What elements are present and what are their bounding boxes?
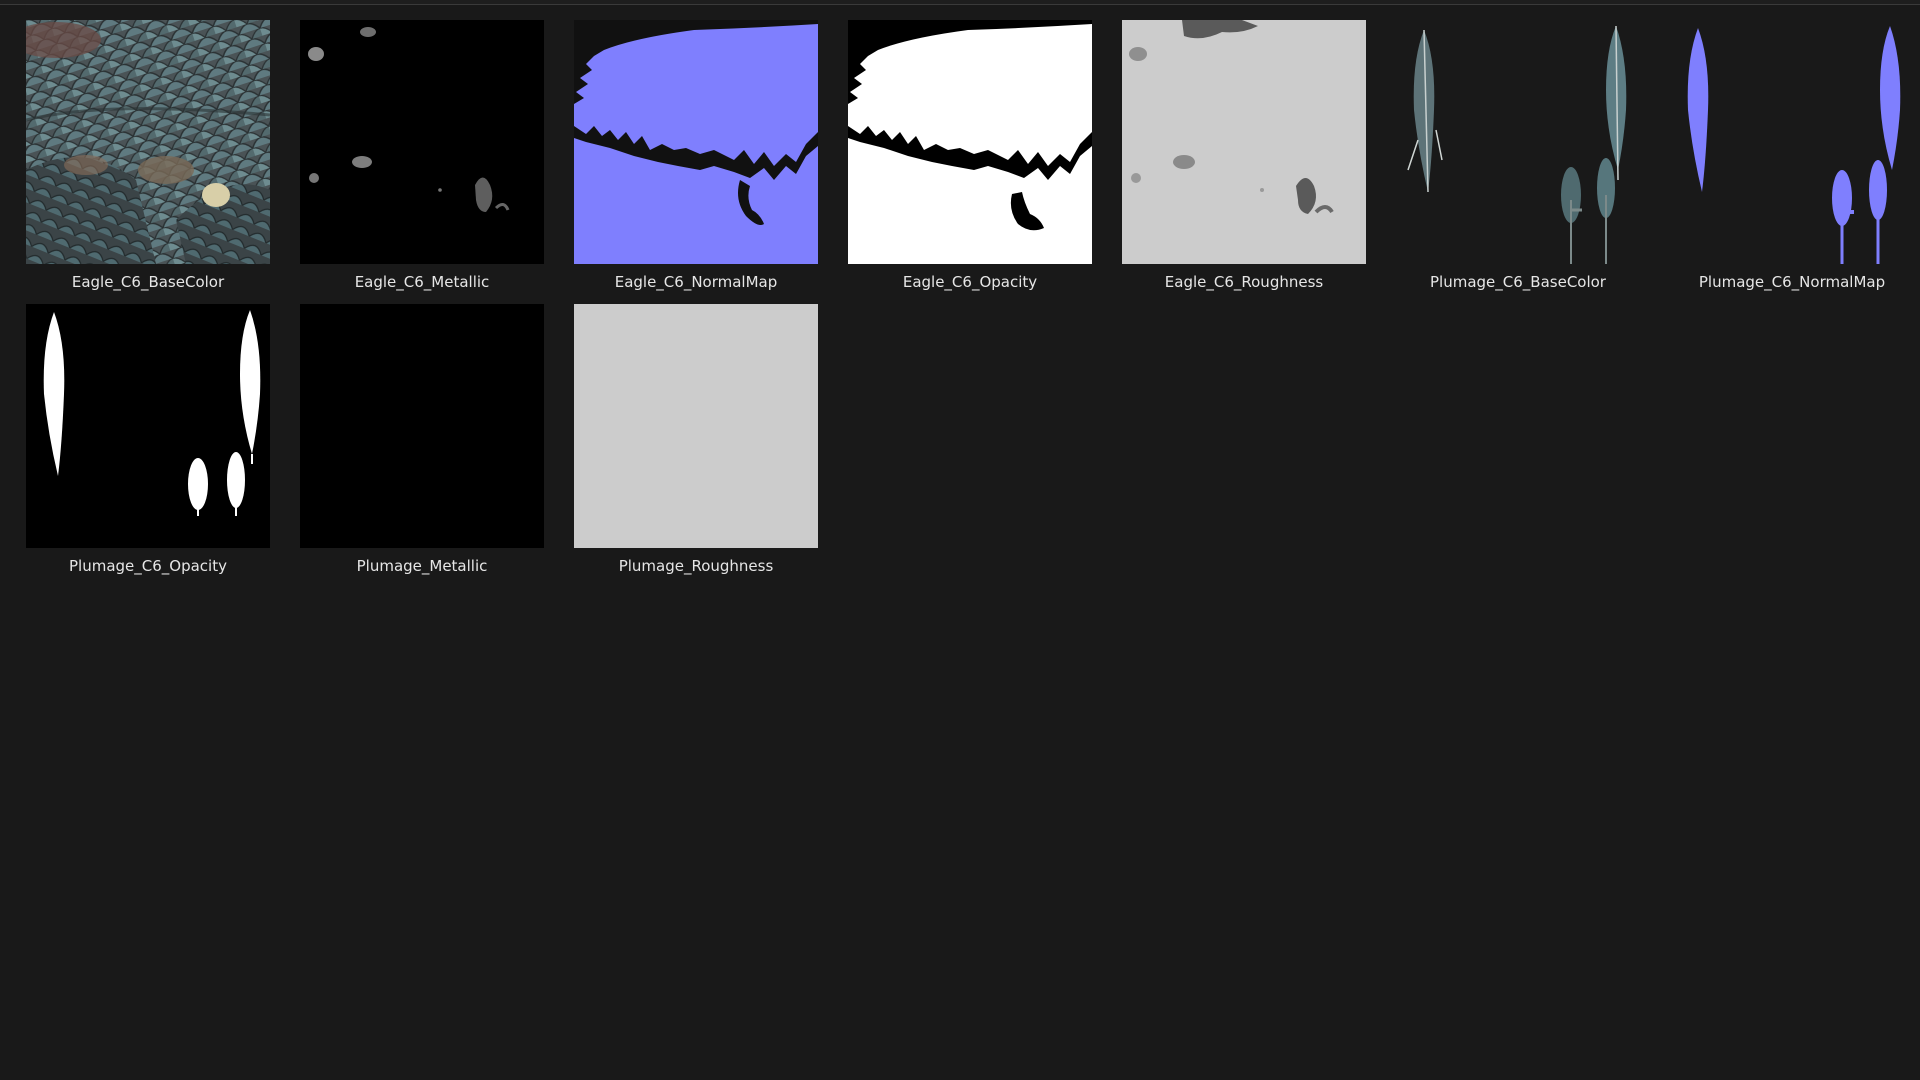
plumage-opacity-thumbnail (26, 304, 270, 548)
file-item-eagle-c6-basecolor[interactable]: Eagle_C6_BaseColor (26, 20, 270, 291)
file-name-label: Plumage_Metallic (356, 557, 488, 575)
eagle-opacity-thumbnail (848, 20, 1092, 264)
file-name-label: Eagle_C6_BaseColor (71, 273, 225, 291)
plumage-normalmap-thumbnail (1670, 20, 1914, 264)
file-name-label: Plumage_C6_BaseColor (1430, 273, 1606, 291)
file-item-eagle-c6-normalmap[interactable]: Eagle_C6_NormalMap (574, 20, 818, 291)
file-name-label: Eagle_C6_Metallic (354, 273, 490, 291)
file-item-eagle-c6-metallic[interactable]: Eagle_C6_Metallic (300, 20, 544, 291)
eagle-metallic-thumbnail (300, 20, 544, 264)
file-item-plumage-roughness[interactable]: Plumage_Roughness (574, 304, 818, 575)
window-top-divider (0, 0, 1920, 5)
file-item-plumage-c6-opacity[interactable]: Plumage_C6_Opacity (26, 304, 270, 575)
file-item-eagle-c6-roughness[interactable]: Eagle_C6_Roughness (1122, 20, 1366, 291)
eagle-basecolor-thumbnail (26, 20, 270, 264)
file-item-plumage-metallic[interactable]: Plumage_Metallic (300, 304, 544, 575)
file-name-label: Eagle_C6_NormalMap (614, 273, 778, 291)
file-item-plumage-c6-basecolor[interactable]: Plumage_C6_BaseColor (1396, 20, 1640, 291)
eagle-roughness-thumbnail (1122, 20, 1366, 264)
file-name-label: Plumage_C6_Opacity (69, 557, 227, 575)
plumage-basecolor-thumbnail (1396, 20, 1640, 264)
eagle-normalmap-thumbnail (574, 20, 818, 264)
file-item-eagle-c6-opacity[interactable]: Eagle_C6_Opacity (848, 20, 1092, 291)
file-item-plumage-c6-normalmap[interactable]: Plumage_C6_NormalMap (1670, 20, 1914, 291)
file-name-label: Plumage_C6_NormalMap (1698, 273, 1886, 291)
file-name-label: Eagle_C6_Roughness (1164, 273, 1324, 291)
file-thumbnail-grid: Eagle_C6_BaseColor Eagle_C6_Metallic Eag… (26, 20, 1914, 575)
plumage-metallic-thumbnail (300, 304, 544, 548)
file-name-label: Plumage_Roughness (618, 557, 774, 575)
file-name-label: Eagle_C6_Opacity (902, 273, 1038, 291)
plumage-roughness-thumbnail (574, 304, 818, 548)
